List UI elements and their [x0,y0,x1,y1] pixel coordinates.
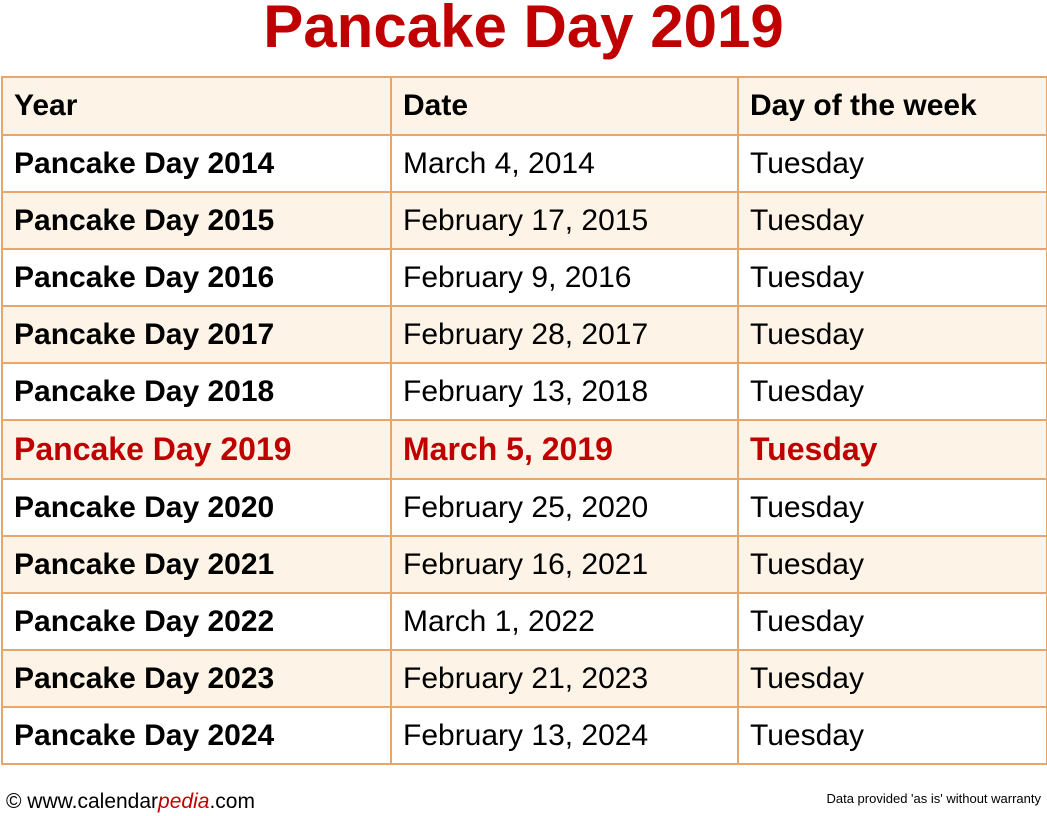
cell-year: Pancake Day 2019 [1,419,392,480]
cell-date: February 13, 2018 [390,362,739,421]
copyright-link[interactable]: © www.calendarpedia.com [6,790,255,814]
cell-date: March 4, 2014 [390,134,739,193]
cell-date: February 17, 2015 [390,191,739,250]
cell-year: Pancake Day 2017 [1,305,392,364]
cell-year: Pancake Day 2016 [1,248,392,307]
table-row: Pancake Day 2014 March 4, 2014 Tuesday [1,134,1047,193]
table-row: Pancake Day 2021 February 16, 2021 Tuesday [1,535,1047,594]
pancake-day-table: Year Date Day of the week Pancake Day 20… [1,76,1047,765]
page-title: Pancake Day 2019 [263,0,784,60]
domain-suffix: .com [209,790,255,813]
cell-weekday: Tuesday [737,649,1047,708]
table-row: Pancake Day 2024 February 13, 2024 Tuesday [1,706,1047,765]
table-row: Pancake Day 2018 February 13, 2018 Tuesday [1,362,1047,421]
cell-date: March 5, 2019 [390,419,739,480]
table-header-row: Year Date Day of the week [1,76,1047,136]
table-row: Pancake Day 2020 February 25, 2020 Tuesday [1,478,1047,537]
cell-weekday: Tuesday [737,592,1047,651]
cell-weekday: Tuesday [737,419,1047,480]
cell-year: Pancake Day 2015 [1,191,392,250]
cell-weekday: Tuesday [737,134,1047,193]
table-row: Pancake Day 2023 February 21, 2023 Tuesday [1,649,1047,708]
brand-name: pedia [158,790,210,813]
disclaimer: Data provided 'as is' without warranty [826,791,1041,806]
cell-year: Pancake Day 2024 [1,706,392,765]
cell-date: February 9, 2016 [390,248,739,307]
cell-weekday: Tuesday [737,706,1047,765]
cell-weekday: Tuesday [737,478,1047,537]
cell-year: Pancake Day 2014 [1,134,392,193]
cell-year: Pancake Day 2021 [1,535,392,594]
table-row: Pancake Day 2016 February 9, 2016 Tuesday [1,248,1047,307]
cell-weekday: Tuesday [737,362,1047,421]
header-year: Year [1,76,392,136]
cell-date: February 13, 2024 [390,706,739,765]
cell-year: Pancake Day 2018 [1,362,392,421]
table-row: Pancake Day 2022 March 1, 2022 Tuesday [1,592,1047,651]
cell-date: February 16, 2021 [390,535,739,594]
cell-weekday: Tuesday [737,248,1047,307]
header-weekday: Day of the week [737,76,1047,136]
cell-year: Pancake Day 2020 [1,478,392,537]
cell-weekday: Tuesday [737,305,1047,364]
copyright-prefix: © www.calendar [6,790,159,813]
table-row-highlighted: Pancake Day 2019 March 5, 2019 Tuesday [1,419,1047,480]
cell-year: Pancake Day 2023 [1,649,392,708]
table-row: Pancake Day 2015 February 17, 2015 Tuesday [1,191,1047,250]
header-date: Date [390,76,739,136]
cell-date: February 21, 2023 [390,649,739,708]
cell-weekday: Tuesday [737,535,1047,594]
cell-year: Pancake Day 2022 [1,592,392,651]
cell-date: February 25, 2020 [390,478,739,537]
cell-date: February 28, 2017 [390,305,739,364]
table-row: Pancake Day 2017 February 28, 2017 Tuesday [1,305,1047,364]
cell-weekday: Tuesday [737,191,1047,250]
cell-date: March 1, 2022 [390,592,739,651]
